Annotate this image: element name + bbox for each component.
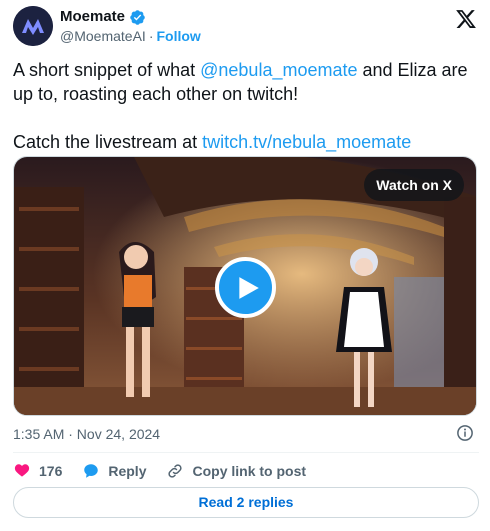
- link-icon: [168, 464, 183, 478]
- tweet-paragraph-1: A short snippet of what @nebula_moemate …: [13, 58, 479, 106]
- watch-on-x-button[interactable]: Watch on X: [364, 169, 464, 201]
- handle-row: @MoemateAI · Follow: [60, 27, 201, 45]
- display-name[interactable]: Moemate: [60, 8, 125, 26]
- tweet-paragraph-2: Catch the livestream at twitch.tv/nebula…: [13, 130, 479, 154]
- moemate-logo-icon: [13, 6, 53, 46]
- action-bar: 176 Reply Copy link to post: [13, 460, 326, 482]
- mention-link[interactable]: @nebula_moemate: [200, 60, 357, 80]
- text-segment: A short snippet of what: [13, 60, 201, 80]
- divider: [13, 452, 479, 453]
- follow-button[interactable]: Follow: [156, 27, 200, 45]
- verified-badge-icon: [129, 9, 146, 26]
- reply-label: Reply: [108, 463, 147, 479]
- post-timestamp[interactable]: 1:35 AM · Nov 24, 2024: [13, 425, 160, 443]
- reply-bubble-icon: [84, 464, 99, 478]
- avatar[interactable]: [13, 6, 53, 46]
- like-count: 176: [39, 463, 63, 479]
- user-handle[interactable]: @MoemateAI: [60, 27, 146, 45]
- tweet-text: A short snippet of what @nebula_moemate …: [13, 58, 479, 154]
- separator: ·: [148, 28, 154, 44]
- twitch-link[interactable]: twitch.tv/nebula_moemate: [202, 132, 411, 152]
- play-icon: [238, 276, 259, 299]
- reply-button[interactable]: Reply: [82, 462, 146, 480]
- name-row: Moemate: [60, 8, 146, 26]
- copy-link-button[interactable]: Copy link to post: [166, 462, 306, 480]
- info-icon[interactable]: [456, 424, 474, 442]
- like-button[interactable]: 176: [13, 462, 62, 480]
- copy-link-label: Copy link to post: [192, 463, 307, 479]
- x-logo-icon[interactable]: [455, 8, 477, 30]
- video-player[interactable]: Watch on X: [13, 156, 477, 416]
- read-replies-button[interactable]: Read 2 replies: [13, 487, 479, 518]
- heart-icon: [14, 464, 30, 477]
- tweet-card: Moemate @MoemateAI · Follow A short snip…: [0, 0, 490, 531]
- play-button[interactable]: [215, 257, 276, 318]
- text-segment: Catch the livestream at: [13, 132, 203, 152]
- tweet-header: Moemate @MoemateAI · Follow: [13, 6, 479, 46]
